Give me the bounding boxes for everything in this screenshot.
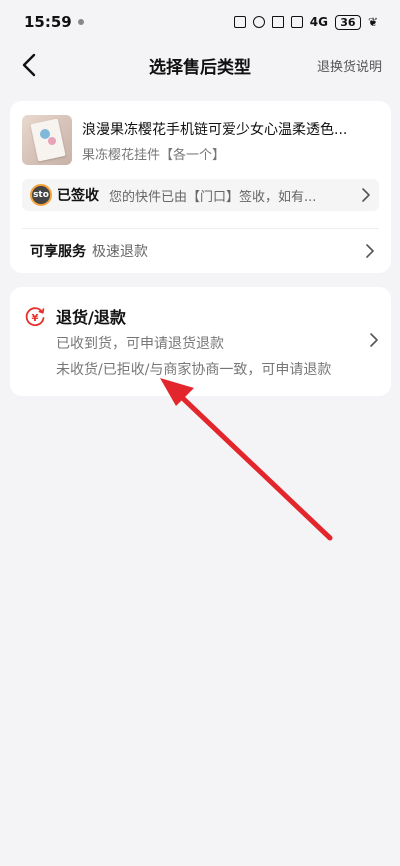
- service-label: 可享服务: [30, 244, 86, 260]
- product-card: 浪漫果冻樱花手机链可爱少女心温柔透色... 果冻樱花挂件【各一个】 sto 已签…: [10, 101, 391, 273]
- bluetooth-icon: [271, 16, 284, 28]
- product-spec: 果冻樱花挂件【各一个】: [82, 148, 226, 163]
- nfc-icon: [233, 16, 246, 28]
- service-row[interactable]: 可享服务 极速退款: [10, 229, 391, 273]
- product-thumbnail[interactable]: [22, 115, 72, 165]
- chevron-right-icon: [370, 333, 378, 347]
- service-value: 极速退款: [92, 244, 148, 260]
- svg-text:¥: ¥: [32, 313, 39, 324]
- battery-icon: 36: [334, 14, 361, 30]
- refund-description-received: 已收到货，可申请退货退款: [56, 336, 224, 352]
- chevron-right-icon: [362, 188, 370, 202]
- leaf-icon: ❦: [367, 15, 378, 29]
- vibrate-icon: [290, 16, 303, 28]
- refund-title: 退货/退款: [56, 308, 126, 327]
- annotation-arrow-icon: [160, 378, 333, 541]
- chevron-right-icon: [366, 244, 374, 258]
- logistics-detail: 您的快件已由【门口】签收，如有...: [109, 189, 317, 205]
- sto-logo-icon: sto: [30, 184, 52, 206]
- logistics-row[interactable]: sto 已签收 您的快件已由【门口】签收，如有...: [22, 179, 379, 211]
- battery-level: 36: [340, 15, 356, 29]
- return-policy-link[interactable]: 退换货说明: [317, 56, 382, 75]
- nav-bar: 选择售后类型 退换货说明: [0, 44, 400, 86]
- alarm-icon: [252, 16, 265, 28]
- status-bar: 15:59 4G 36 ❦: [0, 0, 400, 44]
- product-title[interactable]: 浪漫果冻樱花手机链可爱少女心温柔透色...: [82, 119, 378, 139]
- yen-refund-icon: ¥: [25, 307, 45, 327]
- notification-dot-icon: [77, 19, 84, 25]
- status-time: 15:59: [24, 13, 72, 31]
- network-type: 4G: [309, 15, 328, 29]
- logistics-status: 已签收: [57, 188, 99, 204]
